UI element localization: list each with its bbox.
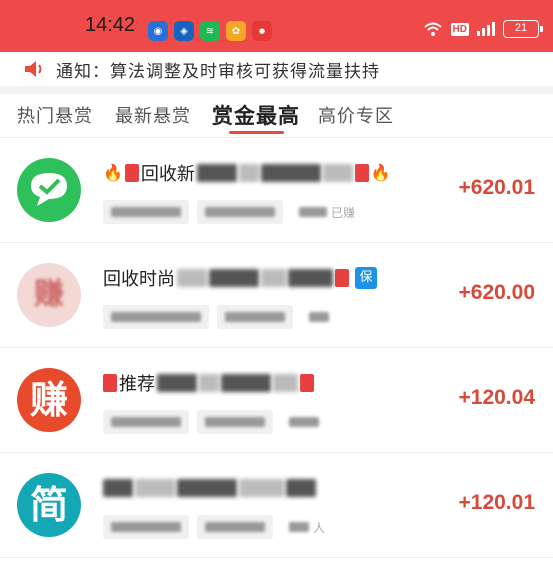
speaker-icon <box>25 61 42 77</box>
avatar: 赚 <box>17 263 81 327</box>
app-notification-icon: ◈ <box>174 21 194 41</box>
reward-amount: +120.04 <box>458 386 536 409</box>
task-meta <box>103 410 327 434</box>
task-title: 推荐 <box>103 370 314 396</box>
hd-icon: HD <box>450 22 469 36</box>
app-notification-icon: ◉ <box>148 21 168 41</box>
reward-amount: +620.01 <box>458 176 536 199</box>
wifi-icon <box>423 22 442 36</box>
section-divider <box>0 86 553 94</box>
task-title: 回收时尚 保 <box>103 265 377 291</box>
hongbao-icon <box>103 374 117 392</box>
task-title <box>103 475 316 501</box>
chat-check-icon <box>31 173 67 206</box>
fire-icon: 🔥 <box>103 163 123 182</box>
task-row[interactable]: 赚 回收时尚 保 +620.00 <box>0 243 553 348</box>
active-tab-indicator <box>229 131 284 134</box>
task-meta: 人 <box>103 515 333 539</box>
notice-text: 通知：算法调整及时审核可获得流量扶持 <box>56 62 380 82</box>
task-title: 🔥 回收新 🔥 <box>103 163 391 185</box>
hongbao-icon <box>354 164 369 182</box>
status-bar: 14:42 ◉ ◈ ≋ ✿ ● HD 21 <box>0 0 553 52</box>
notification-icons: ◉ ◈ ≋ ✿ ● <box>148 21 272 41</box>
tab-high-price-zone[interactable]: 高价专区 <box>318 102 394 128</box>
reward-amount: +120.01 <box>458 491 536 514</box>
tab-hot-rewards[interactable]: 热门悬赏 <box>17 102 93 128</box>
task-meta <box>103 305 337 329</box>
battery-icon: 21 <box>503 20 543 38</box>
hongbao-icon <box>124 164 139 182</box>
app-notification-icon: ✿ <box>226 21 246 41</box>
avatar <box>17 158 81 222</box>
task-row[interactable]: 赚 推荐 +120.04 <box>0 348 553 453</box>
tab-bar: 热门悬赏 最新悬赏 赏金最高 高价专区 <box>0 94 553 138</box>
status-time: 14:42 <box>85 14 136 36</box>
guarantee-badge: 保 <box>355 267 377 289</box>
avatar: 简 <box>17 473 81 537</box>
app-notification-icon: ≋ <box>200 21 220 41</box>
task-meta: 已赚 <box>103 200 363 224</box>
signal-icon <box>477 22 495 36</box>
hongbao-icon <box>335 269 349 287</box>
avatar: 赚 <box>17 368 81 432</box>
task-row[interactable]: 🔥 回收新 🔥 已赚 +620.01 <box>0 138 553 243</box>
hongbao-icon <box>300 374 314 392</box>
tab-highest-reward[interactable]: 赏金最高 <box>212 100 300 130</box>
reward-amount: +620.00 <box>458 281 536 304</box>
app-notification-icon: ● <box>252 21 272 41</box>
fire-icon: 🔥 <box>370 163 391 182</box>
notice-bar[interactable]: 通知：算法调整及时审核可获得流量扶持 <box>0 52 553 86</box>
task-row[interactable]: 简 人 +120.01 <box>0 453 553 558</box>
tab-latest-rewards[interactable]: 最新悬赏 <box>115 102 191 128</box>
